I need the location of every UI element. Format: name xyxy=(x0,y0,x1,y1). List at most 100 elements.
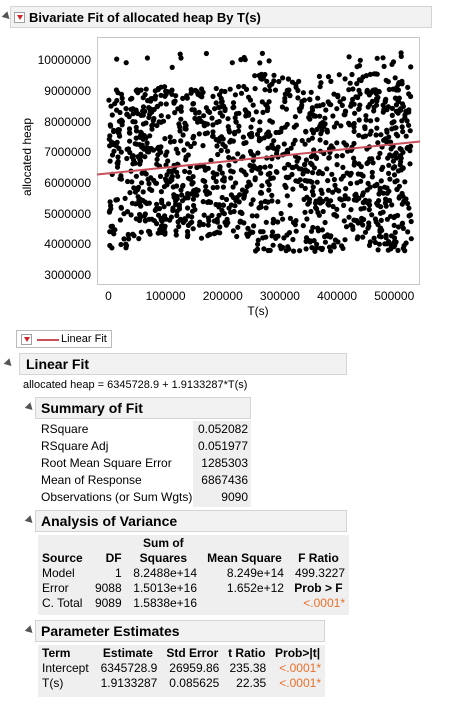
data-point xyxy=(227,86,233,92)
data-point xyxy=(384,107,390,113)
data-point xyxy=(226,154,232,161)
data-point xyxy=(309,188,315,195)
data-point xyxy=(370,160,376,166)
column-header: Source xyxy=(42,550,83,565)
data-point xyxy=(385,79,391,85)
summary-toggle-icon[interactable] xyxy=(24,402,36,413)
data-point xyxy=(373,132,379,138)
data-point xyxy=(375,202,381,208)
data-point xyxy=(395,133,401,139)
table-cell: 9088 xyxy=(94,580,122,595)
data-point xyxy=(173,228,179,234)
anova-toggle-icon[interactable] xyxy=(24,515,36,526)
data-point xyxy=(286,230,293,236)
table-cell: Intercept xyxy=(42,660,89,675)
column-header: F Ratio xyxy=(298,550,339,565)
data-point xyxy=(349,71,355,78)
data-point xyxy=(325,74,332,80)
data-point xyxy=(192,87,198,93)
data-point xyxy=(399,124,405,130)
data-point xyxy=(363,117,369,123)
data-point xyxy=(360,234,366,240)
data-point xyxy=(318,187,324,193)
data-point xyxy=(154,103,160,109)
data-point xyxy=(405,84,411,90)
data-point xyxy=(259,50,265,56)
data-point xyxy=(179,192,185,198)
data-point xyxy=(176,223,182,230)
red-triangle-menu-icon[interactable] xyxy=(21,334,32,345)
data-point xyxy=(202,120,208,126)
data-point xyxy=(308,89,314,95)
red-triangle-menu-icon[interactable] xyxy=(14,12,25,23)
data-point xyxy=(350,223,356,230)
data-point xyxy=(121,236,127,242)
data-point xyxy=(319,246,325,253)
data-point xyxy=(378,217,384,223)
data-point xyxy=(216,92,223,98)
data-point xyxy=(250,117,256,123)
data-point xyxy=(158,189,164,195)
data-point xyxy=(322,121,328,127)
data-point xyxy=(335,92,341,98)
data-point xyxy=(354,64,360,70)
data-point xyxy=(163,90,169,96)
data-point xyxy=(178,116,184,122)
data-point xyxy=(383,232,389,238)
data-point xyxy=(144,55,150,61)
data-point xyxy=(175,173,181,179)
data-point xyxy=(154,156,160,162)
data-point xyxy=(302,141,308,147)
data-point xyxy=(227,139,233,145)
data-point xyxy=(365,159,371,165)
column-header: DF xyxy=(105,550,122,565)
data-point xyxy=(257,164,263,171)
data-point xyxy=(300,90,306,96)
data-point xyxy=(182,217,188,223)
data-point xyxy=(189,214,195,220)
data-point xyxy=(400,103,406,109)
data-point xyxy=(196,109,202,115)
column-header xyxy=(201,535,288,550)
data-point xyxy=(249,213,255,219)
data-point xyxy=(367,71,373,77)
linear-fit-toggle-icon[interactable] xyxy=(3,358,15,369)
data-point xyxy=(204,191,210,197)
data-point xyxy=(395,168,401,174)
data-point xyxy=(189,208,196,214)
data-point xyxy=(362,197,368,203)
data-point xyxy=(165,158,171,164)
table-header-row: Term Estimate Std Error t Ratio Prob>|t| xyxy=(38,645,325,660)
data-point xyxy=(315,209,321,216)
data-point xyxy=(218,134,225,140)
data-point xyxy=(217,166,223,172)
data-point xyxy=(230,100,237,106)
params-toggle-icon[interactable] xyxy=(24,625,36,636)
data-point xyxy=(213,85,219,92)
data-point xyxy=(144,140,150,146)
data-point xyxy=(200,89,206,95)
data-point xyxy=(380,164,386,170)
data-point xyxy=(109,139,115,145)
data-point xyxy=(270,242,276,248)
table-cell: <.0001* xyxy=(279,660,321,675)
data-point xyxy=(359,192,366,198)
data-point xyxy=(302,209,308,215)
data-point xyxy=(213,100,219,106)
data-point xyxy=(154,122,160,129)
data-point xyxy=(214,216,220,222)
table-cell: 6345728.9 xyxy=(100,660,158,675)
summary-value: 0.051977 xyxy=(197,439,248,453)
data-point xyxy=(347,80,353,86)
legend-box[interactable]: Linear Fit xyxy=(16,330,112,348)
table-cell: Model xyxy=(42,565,75,580)
summary-header: Summary of Fit xyxy=(35,397,251,419)
data-point xyxy=(290,164,296,171)
data-point xyxy=(334,153,340,159)
data-point xyxy=(372,183,378,189)
data-point xyxy=(301,196,307,202)
scatter-plot[interactable] xyxy=(97,37,420,285)
data-point xyxy=(368,118,374,124)
data-point xyxy=(307,96,313,102)
data-point xyxy=(383,96,389,102)
